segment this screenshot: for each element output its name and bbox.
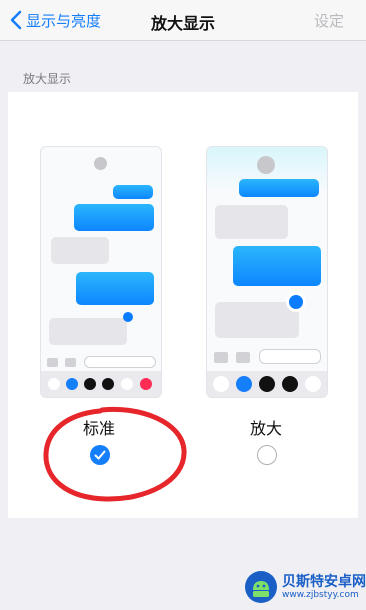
received-bubble <box>51 237 109 264</box>
app-icon <box>236 376 252 392</box>
app-store-icon <box>65 358 76 367</box>
app-icon <box>140 378 152 390</box>
contact-avatar-icon <box>94 157 107 170</box>
sent-bubble <box>233 246 321 286</box>
bubble-tail <box>289 295 303 309</box>
watermark: 贝斯特安卓网 www.zjbstyy.com <box>244 570 366 604</box>
app-icon <box>121 378 133 390</box>
app-icon <box>305 376 321 392</box>
watermark-title: 贝斯特安卓网 <box>282 573 366 590</box>
watermark-url: www.zjbstyy.com <box>282 589 359 600</box>
checkmark-icon <box>94 450 106 460</box>
app-store-icon <box>236 352 250 363</box>
received-bubble <box>215 205 288 239</box>
app-icon <box>213 376 229 392</box>
received-bubble <box>49 318 127 345</box>
app-drawer-preview <box>207 371 327 397</box>
app-icon <box>102 378 114 390</box>
app-icon <box>48 378 60 390</box>
camera-icon <box>214 352 228 363</box>
option-zoomed-radio[interactable] <box>257 445 277 465</box>
app-icon <box>66 378 78 390</box>
android-logo-icon <box>245 571 277 603</box>
page-title: 放大显示 <box>150 14 215 33</box>
app-drawer-preview <box>41 371 161 397</box>
sent-bubble <box>76 272 154 305</box>
sent-bubble <box>239 179 319 197</box>
nav-bar: 显示与亮度 放大显示 设定 <box>0 0 366 41</box>
camera-icon <box>47 358 58 367</box>
message-input-preview <box>259 349 321 364</box>
zoomed-preview[interactable] <box>206 146 328 398</box>
zoom-options-card: 标准 放大 <box>8 92 358 518</box>
app-icon <box>84 378 96 390</box>
option-standard-label[interactable]: 标准 <box>83 415 115 439</box>
section-header: 放大显示 <box>23 72 72 86</box>
option-standard-checkmark[interactable] <box>90 445 110 465</box>
sent-bubble <box>113 185 153 199</box>
received-bubble <box>215 302 299 338</box>
standard-preview[interactable] <box>40 146 162 398</box>
option-zoomed-label[interactable]: 放大 <box>250 415 282 439</box>
set-button[interactable]: 设定 <box>314 10 344 31</box>
bubble-tail <box>123 312 133 322</box>
message-input-preview <box>84 356 156 368</box>
sent-bubble <box>74 204 154 231</box>
contact-avatar-icon <box>257 156 275 174</box>
app-icon <box>259 376 275 392</box>
app-icon <box>282 376 298 392</box>
